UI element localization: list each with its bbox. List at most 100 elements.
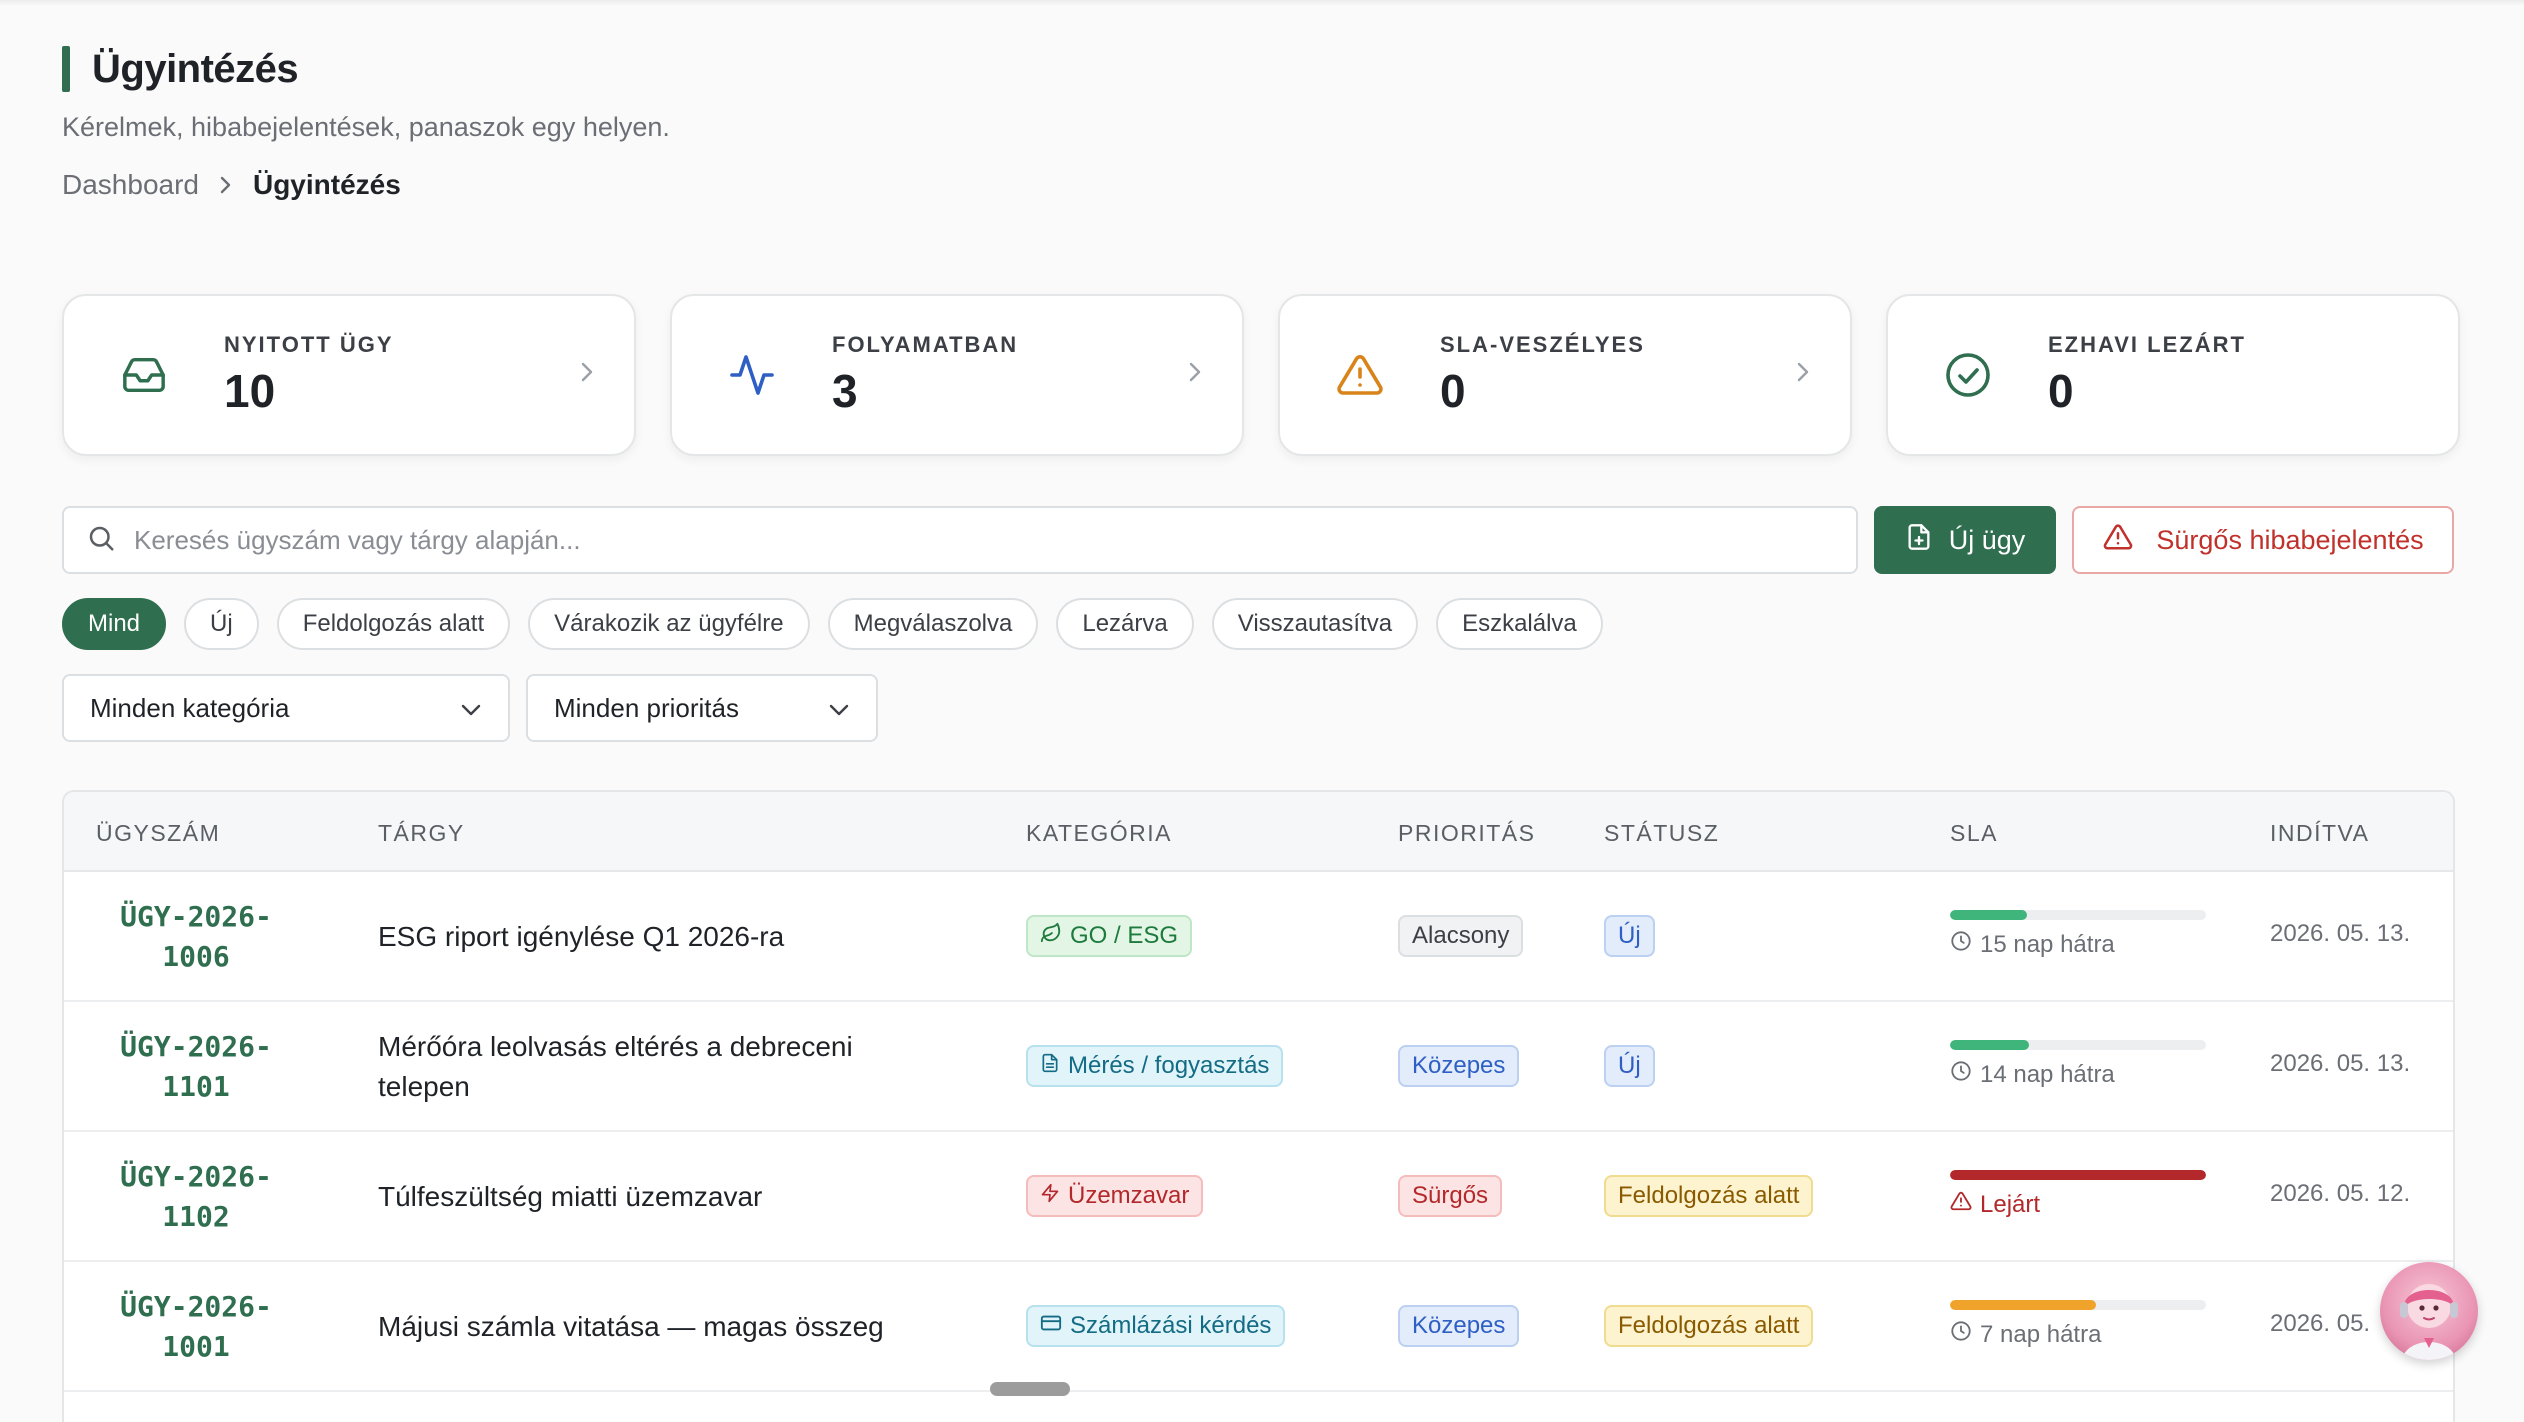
started-date: 2026. 05.	[2270, 1310, 2371, 1337]
case-subject-line: telepen	[378, 1071, 470, 1102]
title-accent-bar	[62, 46, 70, 92]
sla-progress-track	[1950, 910, 2206, 920]
category-badge: Mérés / fogyasztás	[1026, 1045, 1284, 1087]
page-subtitle: Kérelmek, hibabejelentések, panaszok egy…	[62, 112, 670, 142]
priority-badge: Közepes	[1398, 1045, 1520, 1087]
column-header-id[interactable]: ÜGYSZÁM	[96, 820, 220, 847]
case-id[interactable]: ÜGY-2026- 1001	[96, 1287, 296, 1367]
sla-text: 7 nap hátra	[1980, 1320, 2102, 1348]
category-select-value: Minden kategória	[90, 692, 290, 723]
file-plus-icon	[1905, 522, 1933, 559]
avatar-illustration	[2400, 1284, 2458, 1360]
category-select[interactable]: Minden kategória	[62, 674, 510, 742]
sla-progress-fill	[1950, 1300, 2096, 1310]
stat-card-closed-this-month[interactable]: EZHAVI LEZÁRT 0	[1886, 294, 2460, 456]
leaf-icon	[1040, 922, 1062, 951]
sla-progress-fill	[1950, 910, 2027, 920]
case-subject: ESG riport igénylése Q1 2026-ra	[378, 917, 938, 957]
chevron-down-icon	[460, 693, 482, 724]
stat-value: 0	[1440, 365, 1466, 417]
filter-chip-answered[interactable]: Megválaszolva	[827, 598, 1039, 650]
alert-triangle-icon	[1950, 1190, 1972, 1219]
filter-selects: Minden kategória Minden prioritás	[62, 674, 878, 742]
case-subject-line: Mérőóra leolvasás eltérés a debreceni	[378, 1031, 853, 1062]
filter-chip-waiting[interactable]: Várakozik az ügyfélre	[528, 598, 810, 650]
urgent-report-button[interactable]: Sürgős hibabejelentés	[2072, 506, 2454, 574]
filter-chip-rejected[interactable]: Visszautasítva	[1211, 598, 1419, 650]
alert-triangle-icon	[1312, 327, 1408, 423]
check-circle-icon	[1920, 327, 2016, 423]
search-icon	[86, 523, 116, 558]
stat-value: 0	[2048, 365, 2074, 417]
case-id-number: 1006	[162, 940, 230, 973]
stat-value: 3	[832, 365, 858, 417]
column-header-priority[interactable]: PRIORITÁS	[1398, 820, 1535, 847]
case-id-prefix: ÜGY-2026-	[120, 1160, 272, 1193]
column-header-sla[interactable]: SLA	[1950, 820, 1998, 847]
sla-text: 15 nap hátra	[1980, 930, 2115, 958]
case-id-prefix: ÜGY-2026-	[120, 900, 272, 933]
stat-card-open[interactable]: NYITOTT ÜGY 10	[62, 294, 636, 456]
breadcrumb: Dashboard Ügyintézés	[62, 169, 401, 201]
column-header-status[interactable]: STÁTUSZ	[1604, 820, 1719, 847]
filter-chip-escalated[interactable]: Eszkalálva	[1436, 598, 1603, 650]
case-id-number: 1102	[162, 1200, 230, 1233]
column-header-category[interactable]: KATEGÓRIA	[1026, 820, 1172, 847]
case-id[interactable]: ÜGY-2026- 1006	[96, 897, 296, 977]
page: Ügyintézés Kérelmek, hibabejelentések, p…	[62, 0, 2460, 1422]
priority-select-value: Minden prioritás	[554, 692, 739, 723]
table-row[interactable]: ÜGY-2026- 1006 ESG riport igénylése Q1 2…	[64, 872, 2453, 1002]
column-header-started[interactable]: INDÍTVA	[2270, 820, 2370, 847]
category-label: Számlázási kérdés	[1070, 1312, 1272, 1339]
case-id[interactable]: ÜGY-2026- 1101	[96, 1027, 296, 1107]
filter-chip-closed[interactable]: Lezárva	[1056, 598, 1194, 650]
case-subject-line: Májusi számla vitatása — magas összeg	[378, 1311, 884, 1342]
alert-triangle-icon	[2102, 522, 2134, 559]
filter-chip-new[interactable]: Új	[184, 598, 259, 650]
document-icon	[1040, 1052, 1060, 1081]
filter-chip-processing[interactable]: Feldolgozás alatt	[276, 598, 511, 650]
new-case-button[interactable]: Új ügy	[1874, 506, 2056, 574]
page-header: Ügyintézés	[62, 46, 299, 92]
clock-icon	[1950, 1060, 1972, 1089]
lightning-icon	[1040, 1182, 1060, 1211]
sla-indicator: 15 nap hátra	[1950, 910, 2206, 959]
assistant-avatar[interactable]	[2380, 1262, 2478, 1360]
scroll-handle[interactable]	[990, 1382, 1070, 1396]
sla-indicator: Lejárt	[1950, 1170, 2206, 1219]
table-row[interactable]: ÜGY-2026- 1102 Túlfeszültség miatti üzem…	[64, 1132, 2453, 1262]
priority-badge: Közepes	[1398, 1305, 1520, 1347]
table-row[interactable]: ÜGY-2026- 1001 Májusi számla vitatása — …	[64, 1262, 2453, 1392]
sla-indicator: 14 nap hátra	[1950, 1040, 2206, 1089]
sla-text: Lejárt	[1980, 1190, 2041, 1218]
stat-label: EZHAVI LEZÁRT	[2048, 332, 2246, 357]
stat-label: FOLYAMATBAN	[832, 332, 1019, 357]
stat-card-sla-risk[interactable]: SLA-VESZÉLYES 0	[1278, 294, 1852, 456]
chevron-right-icon	[219, 175, 233, 195]
urgent-report-label: Sürgős hibabejelentés	[2156, 524, 2424, 555]
chevron-right-icon	[1188, 360, 1202, 389]
stat-cards: NYITOTT ÜGY 10 FOLYAMATBAN 3 SLA-VESZÉLY…	[62, 294, 2460, 456]
case-id-number: 1001	[162, 1330, 230, 1363]
case-subject: Májusi számla vitatása — magas összeg	[378, 1307, 938, 1347]
filter-chip-all[interactable]: Mind	[62, 598, 167, 650]
stat-card-in-progress[interactable]: FOLYAMATBAN 3	[670, 294, 1244, 456]
case-id[interactable]: ÜGY-2026- 1102	[96, 1157, 296, 1237]
search-toolbar: Új ügy Sürgős hibabejelentés	[62, 506, 2454, 574]
search-input[interactable]	[134, 524, 1734, 556]
stat-label: NYITOTT ÜGY	[224, 332, 394, 357]
clock-icon	[1950, 930, 1972, 959]
table-row[interactable]: ÜGY-2026- 1101 Mérőóra leolvasás eltérés…	[64, 1002, 2453, 1132]
category-label: Üzemzavar	[1068, 1182, 1190, 1209]
breadcrumb-dashboard-link[interactable]: Dashboard	[62, 169, 199, 201]
status-badge: Új	[1604, 1045, 1655, 1087]
case-id-number: 1101	[162, 1070, 230, 1103]
priority-badge: Sürgős	[1398, 1175, 1503, 1217]
priority-badge: Alacsony	[1398, 915, 1524, 957]
case-id-prefix: ÜGY-2026-	[120, 1290, 272, 1323]
chevron-right-icon	[1796, 360, 1810, 389]
column-header-subject[interactable]: TÁRGY	[378, 820, 465, 847]
clock-icon	[1950, 1320, 1972, 1349]
priority-select[interactable]: Minden prioritás	[526, 674, 878, 742]
sla-text: 14 nap hátra	[1980, 1060, 2115, 1088]
